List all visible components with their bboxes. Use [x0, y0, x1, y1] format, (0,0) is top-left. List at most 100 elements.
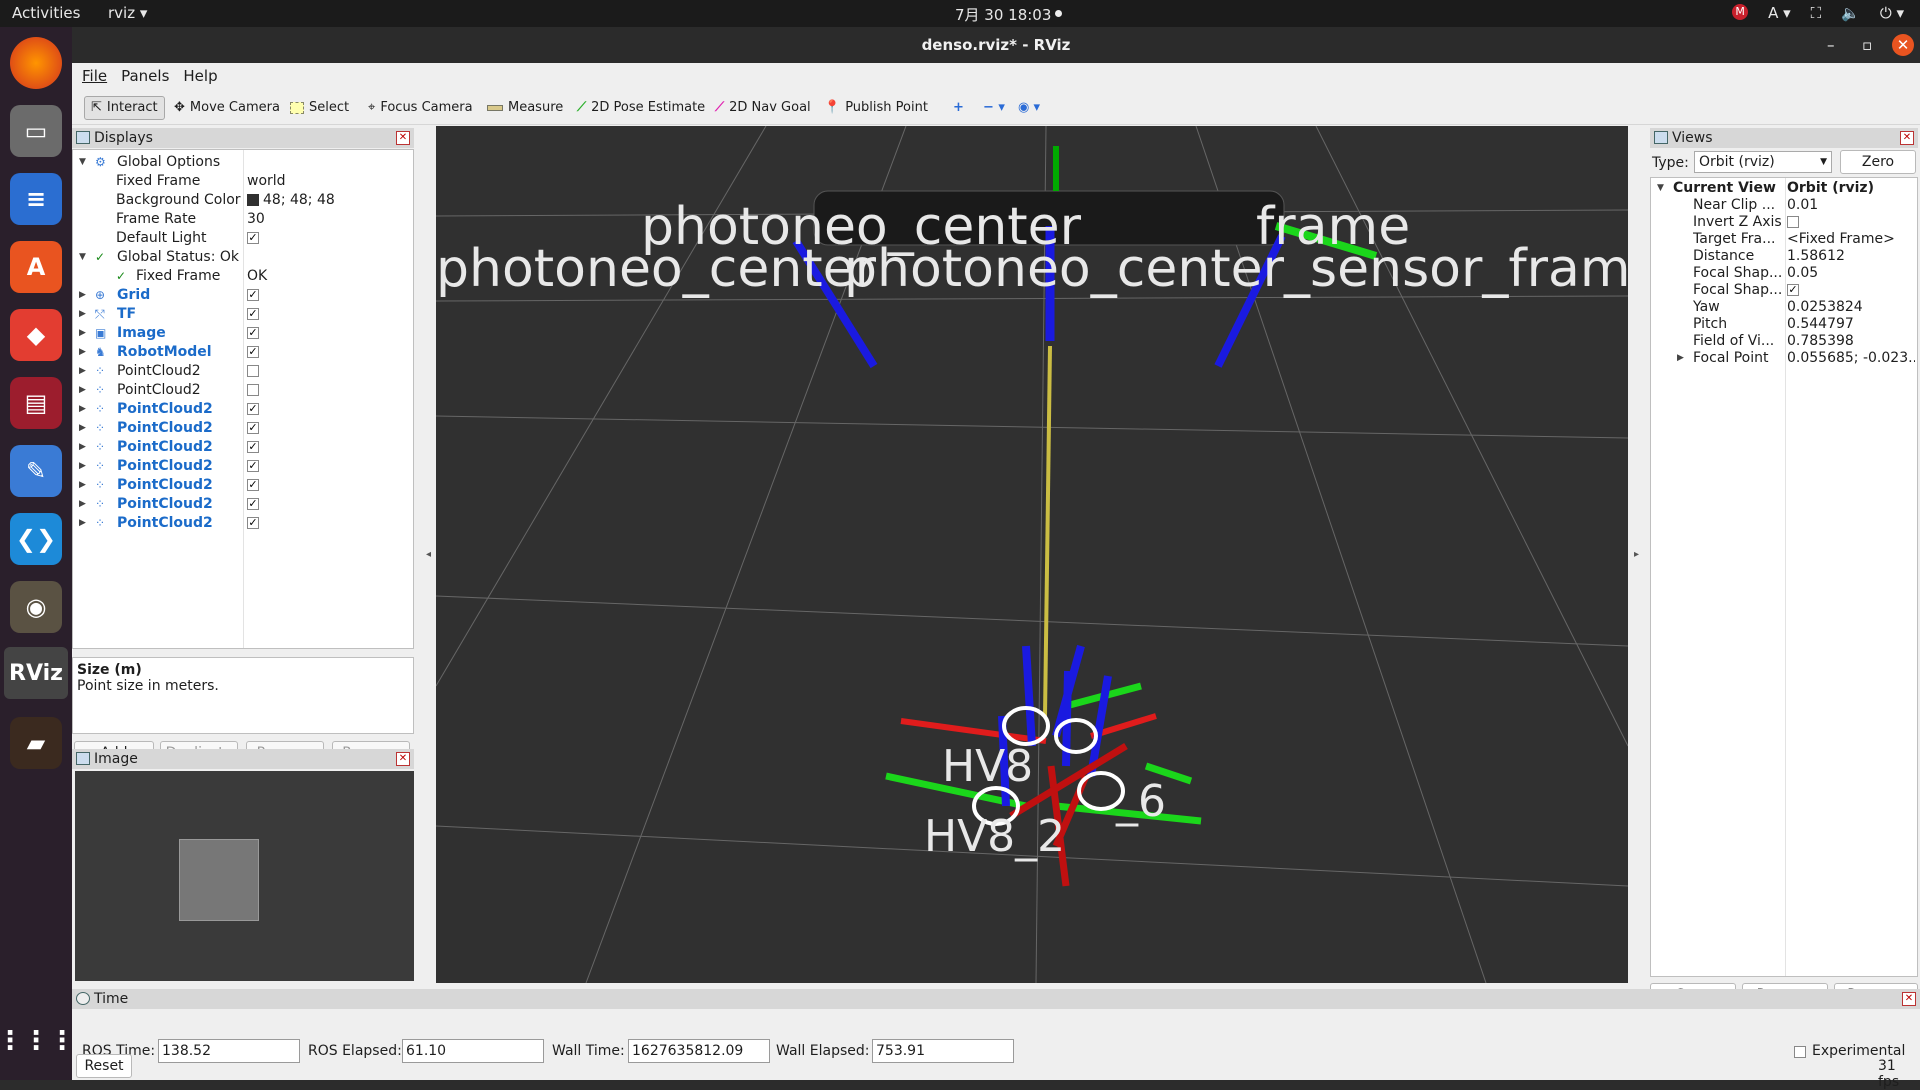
minimize-icon[interactable]: – — [1827, 27, 1835, 63]
view-property-row[interactable]: Focal Shap... ✓ — [1651, 282, 1917, 299]
display-enabled-checkbox[interactable]: ✓ — [247, 346, 259, 358]
expand-arrow-icon[interactable]: ▶ — [79, 400, 86, 419]
expand-arrow-icon[interactable]: ▶ — [1677, 350, 1684, 367]
view-property-value[interactable]: 0.785398 — [1787, 333, 1915, 350]
collapse-right-icon[interactable]: ▸ — [1634, 549, 1639, 560]
menu-panels[interactable]: Panels — [121, 63, 169, 89]
tree-row-status-fixed-frame[interactable]: ✓ Fixed Frame OK — [73, 267, 413, 286]
rviz-icon[interactable]: RViz — [4, 647, 68, 699]
remove-tool-icon[interactable]: − ▾ — [977, 96, 1011, 120]
nav-goal-tool[interactable]: ⟋ 2D Nav Goal — [709, 96, 817, 120]
software-center-icon[interactable]: A — [10, 241, 62, 293]
display-enabled-checkbox[interactable]: ✓ — [247, 441, 259, 453]
view-property-row[interactable]: Near Clip ... 0.01 — [1651, 197, 1917, 214]
view-property-row[interactable]: Distance 1.58612 — [1651, 248, 1917, 265]
publish-point-tool[interactable]: 📍 Publish Point — [818, 96, 934, 120]
panel-close-icon[interactable]: ✕ — [396, 131, 410, 145]
tree-row-global-options[interactable]: ▼ ⚙ Global Options — [73, 153, 413, 172]
tree-row-global-status[interactable]: ▼ ✓ Global Status: Ok — [73, 248, 413, 267]
expand-arrow-icon[interactable]: ▶ — [79, 438, 86, 457]
view-property-value[interactable]: 0.01 — [1787, 197, 1915, 214]
tree-row-display[interactable]: ▶ ⁘ PointCloud2 — [73, 381, 413, 400]
tree-row-display[interactable]: ▶ ⁘ PointCloud2 ✓ — [73, 457, 413, 476]
system-tray[interactable]: M A ▾ ⛶ 🔈 ⏻ ▾ — [1732, 4, 1904, 22]
view-property-value[interactable]: 1.58612 — [1787, 248, 1915, 265]
wall-time-field[interactable]: 1627635812.09 — [628, 1039, 770, 1063]
maximize-icon[interactable]: ▫ — [1862, 27, 1872, 63]
power-icon[interactable]: ⏻ ▾ — [1880, 4, 1904, 22]
measure-tool[interactable]: Measure — [481, 96, 569, 120]
expand-arrow-icon[interactable]: ▶ — [79, 495, 86, 514]
view-property-value[interactable]: 0.055685; -0.023... — [1787, 350, 1915, 367]
tree-row-display[interactable]: ▶ ⤲ TF ✓ — [73, 305, 413, 324]
expand-arrow-icon[interactable]: ▶ — [79, 419, 86, 438]
view-type-select[interactable]: Orbit (rviz) ▼ — [1694, 151, 1832, 173]
expand-arrow-icon[interactable]: ▶ — [79, 343, 86, 362]
display-enabled-checkbox[interactable]: ✓ — [247, 479, 259, 491]
activities-button[interactable]: Activities — [12, 4, 80, 22]
panel-close-icon[interactable]: ✕ — [396, 752, 410, 766]
terminal-icon[interactable]: ▤ — [10, 377, 62, 429]
tree-row-display[interactable]: ▶ ▣ Image ✓ — [73, 324, 413, 343]
view-property-value[interactable]: <Fixed Frame> — [1787, 231, 1915, 248]
view-property-checkbox[interactable] — [1787, 216, 1799, 228]
display-enabled-checkbox[interactable]: ✓ — [247, 517, 259, 529]
files-icon[interactable]: ▭ — [10, 105, 62, 157]
expand-arrow-icon[interactable]: ▶ — [79, 305, 86, 324]
zero-button[interactable]: Zero — [1840, 150, 1916, 174]
anydesk-icon[interactable]: ◆ — [10, 309, 62, 361]
tree-row-fixed-frame[interactable]: Fixed Frame world — [73, 172, 413, 191]
ros-time-field[interactable]: 138.52 — [158, 1039, 300, 1063]
experimental-checkbox[interactable] — [1794, 1046, 1806, 1058]
view-property-row[interactable]: Invert Z Axis — [1651, 214, 1917, 231]
expand-arrow-icon[interactable]: ▶ — [79, 457, 86, 476]
default-light-checkbox[interactable]: ✓ — [247, 232, 259, 244]
add-tool-icon[interactable]: + — [947, 96, 970, 120]
tree-row-frame-rate[interactable]: Frame Rate 30 — [73, 210, 413, 229]
menu-file[interactable]: File — [82, 63, 107, 89]
mail-icon[interactable]: M — [1732, 4, 1749, 20]
tree-row-display[interactable]: ▶ ⁘ PointCloud2 ✓ — [73, 400, 413, 419]
language-indicator[interactable]: A ▾ — [1768, 4, 1791, 22]
display-enabled-checkbox[interactable]: ✓ — [247, 460, 259, 472]
tree-row-display[interactable]: ▶ ⁘ PointCloud2 ✓ — [73, 514, 413, 533]
show-apps-icon[interactable]: ⋮⋮⋮ — [0, 1015, 75, 1067]
tree-row-background-color[interactable]: Background Color 48; 48; 48 — [73, 191, 413, 210]
view-property-row[interactable]: Yaw 0.0253824 — [1651, 299, 1917, 316]
ros-elapsed-field[interactable]: 61.10 — [402, 1039, 544, 1063]
tree-row-display[interactable]: ▶ ⁘ PointCloud2 ✓ — [73, 419, 413, 438]
view-property-value[interactable] — [1787, 214, 1915, 231]
tree-row-display[interactable]: ▶ ⊕ Grid ✓ — [73, 286, 413, 305]
tool-properties-icon[interactable]: ◉ ▾ — [1012, 96, 1046, 120]
vscode-icon[interactable]: ❮❯ — [10, 513, 62, 565]
display-enabled-checkbox[interactable] — [247, 365, 259, 377]
app-menu[interactable]: rviz ▾ — [108, 4, 147, 22]
expand-arrow-icon[interactable]: ▶ — [79, 286, 86, 305]
tree-row-display[interactable]: ▶ ♞ RobotModel ✓ — [73, 343, 413, 362]
panel-close-icon[interactable]: ✕ — [1902, 992, 1916, 1006]
display-enabled-checkbox[interactable]: ✓ — [247, 327, 259, 339]
menu-help[interactable]: Help — [183, 63, 217, 89]
interact-tool[interactable]: ⇱ Interact — [84, 96, 165, 120]
move-camera-tool[interactable]: ✥ Move Camera — [168, 96, 286, 120]
view-property-row[interactable]: Focal Shap... 0.05 — [1651, 265, 1917, 282]
view-property-row[interactable]: Target Fra... <Fixed Frame> — [1651, 231, 1917, 248]
gimp-icon[interactable]: ◉ — [10, 581, 62, 633]
view-property-row[interactable]: Field of Vi... 0.785398 — [1651, 333, 1917, 350]
tree-row-display[interactable]: ▶ ⁘ PointCloud2 — [73, 362, 413, 381]
expand-arrow-icon[interactable]: ▶ — [79, 514, 86, 533]
tree-row-display[interactable]: ▶ ⁘ PointCloud2 ✓ — [73, 438, 413, 457]
tree-row-display[interactable]: ▶ ⁘ PointCloud2 ✓ — [73, 476, 413, 495]
select-tool[interactable]: Select — [284, 96, 355, 120]
sublime-icon[interactable]: ▰ — [10, 717, 62, 769]
collapse-left-icon[interactable]: ◂ — [426, 549, 431, 560]
focus-camera-tool[interactable]: ⌖ Focus Camera — [362, 96, 479, 120]
volume-icon[interactable]: 🔈 — [1841, 4, 1860, 22]
firefox-icon[interactable] — [10, 37, 62, 89]
display-enabled-checkbox[interactable]: ✓ — [247, 422, 259, 434]
expand-arrow-icon[interactable]: ▶ — [79, 381, 86, 400]
network-icon[interactable]: ⛶ — [1811, 4, 1822, 22]
view-property-value[interactable]: 0.05 — [1787, 265, 1915, 282]
view-property-value[interactable]: 0.544797 — [1787, 316, 1915, 333]
expand-arrow-icon[interactable]: ▶ — [79, 324, 86, 343]
